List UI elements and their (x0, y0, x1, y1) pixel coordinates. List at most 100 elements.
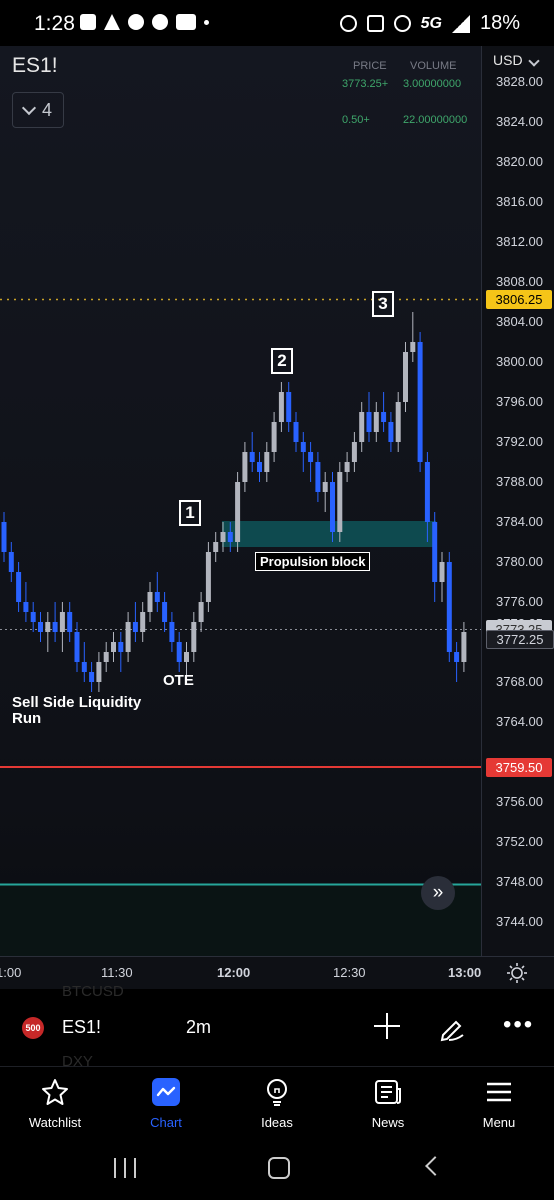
candle-body (176, 642, 182, 662)
price-axis-label: 3828.00 (496, 74, 543, 89)
candle-body (381, 412, 387, 422)
candle-body (395, 402, 401, 442)
candle-body (424, 462, 430, 522)
candle-body (257, 462, 262, 472)
candle-body (308, 452, 314, 462)
news-icon (375, 1080, 401, 1104)
bottom-nav: Watchlist Chart Ideas News Menu (0, 1066, 554, 1137)
candle-body (454, 652, 460, 662)
price-tag-high: 3806.25 (486, 290, 552, 309)
candle-body (249, 452, 255, 462)
interval-button[interactable]: 2m (186, 1017, 211, 1038)
nav-news[interactable]: News (333, 1067, 443, 1137)
propulsion-block-label[interactable]: Propulsion block (255, 552, 371, 571)
candle-body (351, 442, 357, 462)
candle-body (125, 622, 131, 652)
price-axis-label: 3748.00 (496, 874, 543, 889)
status-right: 5G 18% (339, 12, 520, 35)
toolbar-symbol-button[interactable]: ES1! (62, 1017, 101, 1038)
messenger-icon (128, 14, 144, 30)
marker-1[interactable]: 1 (179, 500, 201, 526)
alarm-icon (339, 15, 357, 32)
nav-watchlist[interactable]: Watchlist (0, 1067, 110, 1137)
recent-apps-icon[interactable] (114, 1158, 136, 1178)
chart-icon (152, 1078, 180, 1106)
chart-symbol[interactable]: ES1! (12, 54, 58, 78)
candle-body (52, 622, 58, 632)
currency-selector[interactable]: USD (493, 52, 540, 68)
pen-icon[interactable] (437, 1013, 467, 1043)
price-axis-label: 3820.00 (496, 154, 543, 169)
candle-body (67, 612, 73, 632)
sun-icon[interactable] (506, 962, 528, 984)
notification-icons (80, 14, 209, 30)
nav-label: Chart (150, 1115, 182, 1130)
status-time: 1:28 (34, 12, 75, 35)
more-icon[interactable]: ••• (503, 1013, 534, 1037)
marker-2[interactable]: 2 (271, 348, 293, 374)
price-axis-label: 3800.00 (496, 354, 543, 369)
candle-body (388, 422, 394, 442)
chart-pane[interactable]: ES1! 4 PRICE VOLUME 3773.25+ 3.00000000 … (0, 46, 481, 956)
candle-body (184, 652, 189, 662)
chat-icon (80, 14, 96, 30)
candle-body (147, 592, 153, 612)
indicator-toggle-button[interactable]: 4 (12, 92, 64, 128)
price-axis[interactable]: USD 3828.00 3824.00 3820.00 3816.00 3812.00 3… (481, 46, 554, 956)
ote-label[interactable]: OTE (163, 673, 194, 689)
marker-3[interactable]: 3 (372, 291, 394, 317)
hamburger-icon (487, 1082, 511, 1102)
candle-body (235, 482, 241, 542)
sell-side-liquidity-label[interactable]: Sell Side Liquidity Run (12, 695, 152, 727)
add-icon[interactable] (372, 1011, 402, 1041)
legend-volume: 22.00000000 (403, 114, 468, 126)
price-axis-label: 3752.00 (496, 834, 543, 849)
candle-body (439, 562, 445, 582)
candle-body (23, 602, 29, 612)
candle-body (403, 352, 408, 402)
nav-label: Ideas (261, 1115, 293, 1130)
nav-chart[interactable]: Chart (111, 1067, 221, 1137)
candle-body (337, 472, 343, 532)
time-label: 11:30 (101, 965, 133, 980)
candle-body (271, 422, 277, 452)
candle-body (38, 622, 43, 632)
candle-body (89, 672, 95, 682)
lightbulb-icon (267, 1079, 287, 1106)
price-axis-label: 3776.00 (496, 594, 543, 609)
time-label: 13:00 (448, 965, 482, 980)
nav-menu[interactable]: Menu (444, 1067, 554, 1137)
double-chevron-right-icon[interactable]: » (421, 876, 455, 910)
nav-ideas[interactable]: Ideas (222, 1067, 332, 1137)
indicator-count: 4 (41, 99, 52, 120)
candle-body (410, 342, 416, 352)
candle-body (169, 622, 175, 642)
candle-body (446, 562, 452, 652)
star-icon (42, 1079, 68, 1105)
price-axis-label: 3792.00 (496, 434, 543, 449)
price-axis-label: 3808.00 (496, 274, 543, 289)
price-axis-label: 3812.00 (496, 234, 543, 249)
price-tag-low: 3759.50 (486, 758, 552, 777)
back-icon[interactable] (425, 1156, 445, 1176)
price-axis-label: 3788.00 (496, 474, 543, 489)
price-tag-current: 3772.25 (486, 630, 554, 649)
alert-icon (104, 14, 120, 30)
price-axis-label: 3824.00 (496, 114, 543, 129)
legend-volume: 3.00000000 (403, 78, 462, 90)
candle-body (1, 522, 7, 552)
price-chart[interactable] (0, 46, 481, 956)
candle-body (417, 342, 423, 462)
chevron-down-icon (527, 55, 540, 67)
time-label: 1:00 (0, 965, 22, 980)
candle-body (8, 552, 14, 572)
currency-label: USD (493, 52, 523, 68)
battery-percent: 18% (479, 12, 520, 34)
candle-body (30, 612, 36, 622)
news-icon (176, 14, 196, 30)
candle-body (154, 592, 160, 602)
chevron-down-icon (21, 100, 37, 115)
candle-body (111, 642, 116, 652)
candle-body (140, 612, 146, 632)
home-icon[interactable] (268, 1157, 290, 1179)
